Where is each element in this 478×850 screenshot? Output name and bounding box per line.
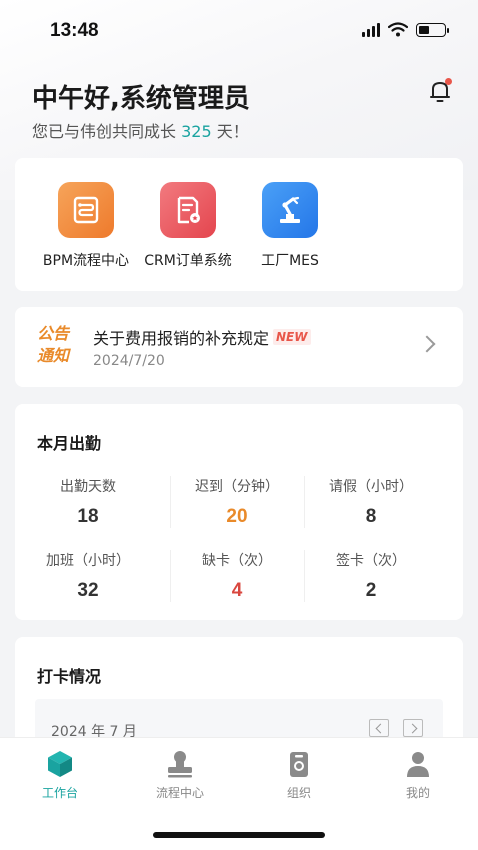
badge-icon [283,748,315,780]
stat-value: 32 [77,580,99,601]
tab-process-center[interactable]: 流程中心 [130,748,230,801]
stat-value: 20 [226,506,248,527]
notice-date: 2024/7/20 [93,353,165,369]
stat-label: 请假（小时） [329,479,413,495]
app-crm[interactable]: CRM订单系统 [133,182,243,270]
divider [304,476,305,528]
app-shortcuts-card: BPM流程中心 CRM订单系统 工厂MES [15,158,463,291]
stat-sign-card[interactable]: 签卡（次） 2 [304,550,438,602]
notice-card[interactable]: 公告 通知 关于费用报销的补充规定 NEW 2024/7/20 [15,307,463,387]
tab-label: 工作台 [41,786,78,800]
growth-days: 325 [181,122,212,141]
notice-tag: 公告 通知 [37,324,70,365]
app-bpm[interactable]: BPM流程中心 [31,182,141,270]
app-mes[interactable]: 工厂MES [235,182,345,270]
notice-title: 关于费用报销的补充规定 NEW [93,325,311,349]
status-time: 13:48 [50,20,99,41]
stat-label: 缺卡（次） [202,553,272,569]
status-bar: 13:48 [0,0,478,62]
stamp-icon [164,748,196,780]
stat-label: 迟到（分钟） [195,479,279,495]
attendance-card: 本月出勤 出勤天数 18 迟到（分钟） 20 请假（小时） 8 加班（小时） 3… [15,404,463,620]
robot-arm-icon [262,182,318,238]
growth-subtitle: 您已与伟创共同成长 325 天！ [32,122,249,141]
user-icon [402,748,434,780]
stat-label: 签卡（次） [336,553,406,569]
wifi-icon [388,22,408,37]
greeting-title: 中午好,系统管理员 [32,84,250,114]
stat-value: 8 [365,506,377,527]
unread-dot [445,78,452,85]
stat-late-minutes[interactable]: 迟到（分钟） 20 [170,476,304,528]
clock-in-title: 打卡情况 [37,667,102,686]
stat-label: 出勤天数 [60,479,116,495]
tab-mine[interactable]: 我的 [368,748,468,801]
tab-label: 我的 [405,786,430,800]
cube-icon [44,748,76,780]
stat-missed-punch[interactable]: 缺卡（次） 4 [170,550,304,602]
status-icons [362,22,449,37]
stat-overtime-hours[interactable]: 加班（小时） 32 [21,550,155,602]
stat-attendance-days[interactable]: 出勤天数 18 [21,476,155,528]
divider [170,476,171,528]
prev-month-button[interactable] [369,719,389,737]
notification-bell-button[interactable] [428,78,452,104]
workflow-icon [58,182,114,238]
tab-workbench[interactable]: 工作台 [10,748,110,801]
home-indicator[interactable] [153,832,325,838]
tab-label: 流程中心 [155,786,204,800]
new-badge: NEW [273,329,311,345]
app-label: BPM流程中心 [42,253,130,269]
app-label: 工厂MES [261,253,319,269]
next-month-button[interactable] [403,719,423,737]
stat-value: 4 [231,580,243,601]
divider [170,550,171,602]
app-label: CRM订单系统 [144,253,232,269]
stat-value: 18 [77,506,99,527]
chevron-right-icon [418,335,436,353]
stat-leave-hours[interactable]: 请假（小时） 8 [304,476,438,528]
attendance-title: 本月出勤 [37,434,102,453]
tab-label: 组织 [286,786,311,800]
stat-label: 加班（小时） [46,553,130,569]
divider [304,550,305,602]
tab-organization[interactable]: 组织 [249,748,349,801]
bottom-tab-bar: 工作台 流程中心 组织 我的 [0,737,478,850]
signal-icon [362,22,380,37]
stat-value: 2 [365,580,377,601]
battery-icon [416,22,449,37]
order-icon [160,182,216,238]
